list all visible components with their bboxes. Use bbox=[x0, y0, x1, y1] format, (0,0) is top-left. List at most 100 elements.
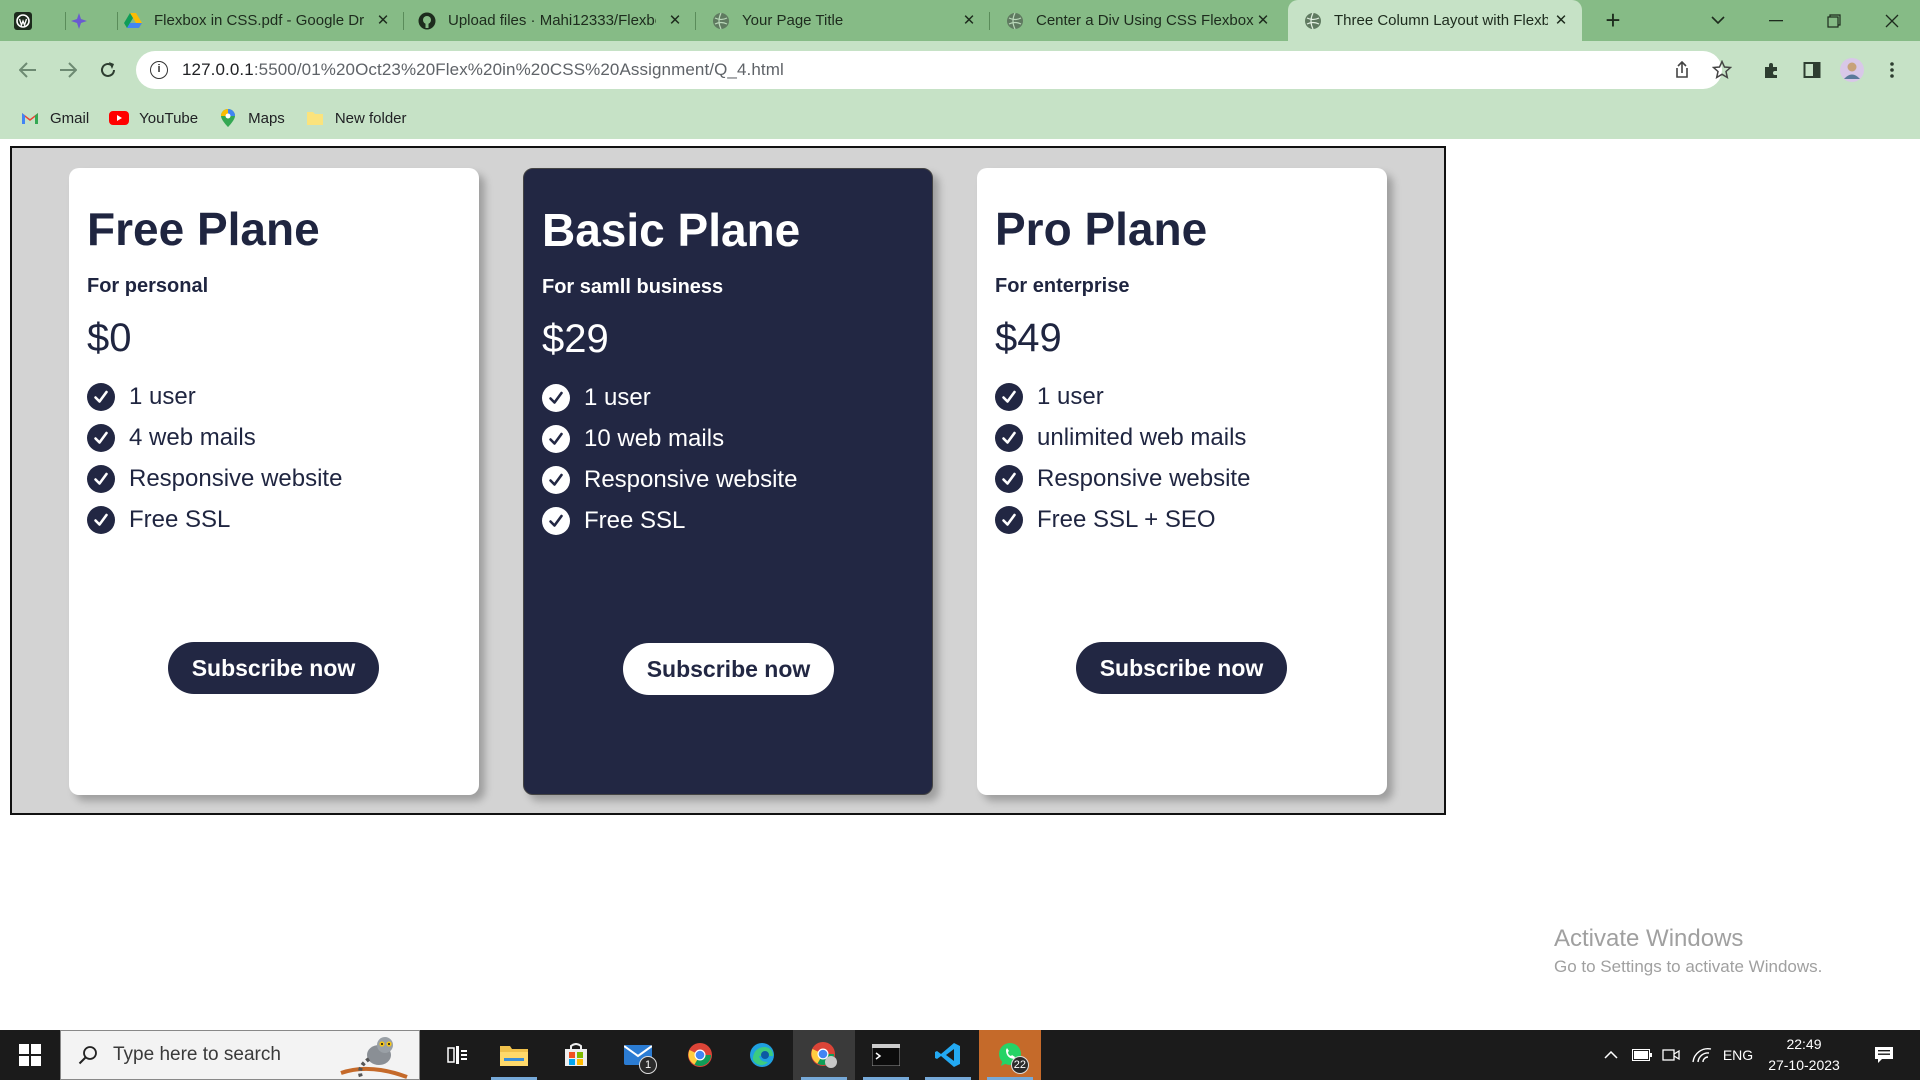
bookmark-new-folder[interactable]: New folder bbox=[305, 103, 407, 133]
check-circle-icon bbox=[87, 464, 115, 493]
check-circle-icon bbox=[995, 464, 1023, 493]
feature-item: unlimited web mails bbox=[995, 417, 1369, 458]
close-tab-icon[interactable]: ✕ bbox=[666, 12, 684, 30]
restore-button[interactable] bbox=[1806, 0, 1862, 41]
feature-item: Responsive website bbox=[87, 458, 461, 499]
feature-item: 1 user bbox=[542, 377, 914, 418]
edge-icon[interactable] bbox=[731, 1030, 793, 1080]
forward-button[interactable] bbox=[52, 54, 84, 86]
feature-item: 10 web mails bbox=[542, 418, 914, 459]
windows-taskbar: Type here to search 1 22 ENG 22:49 27-10… bbox=[0, 1030, 1920, 1080]
show-hidden-icons-chevron-icon[interactable] bbox=[1598, 1030, 1624, 1080]
maps-icon bbox=[218, 109, 238, 127]
input-language[interactable]: ENG bbox=[1718, 1030, 1758, 1080]
bookmark-maps[interactable]: Maps bbox=[218, 103, 285, 133]
bookmark-youtube[interactable]: YouTube bbox=[109, 103, 198, 133]
browser-toolbar: i 127.0.0.1:5500/01%20Oct23%20Flex%20in%… bbox=[0, 41, 1920, 139]
check-circle-icon bbox=[995, 382, 1023, 411]
subscribe-button[interactable]: Subscribe now bbox=[623, 643, 834, 695]
bookmark-label: New folder bbox=[334, 109, 407, 127]
tab-search-chevron-icon[interactable] bbox=[1690, 0, 1746, 41]
task-view-icon[interactable] bbox=[427, 1030, 489, 1080]
tab-center-a-div[interactable]: Center a Div Using CSS Flexbox ✕ bbox=[1006, 0, 1284, 41]
file-explorer-icon[interactable] bbox=[483, 1030, 545, 1080]
feature-text: 1 user bbox=[1037, 382, 1104, 410]
tab-github-upload[interactable]: Upload files · Mahi12333/Flexbo ✕ bbox=[418, 0, 696, 41]
feature-item: Free SSL bbox=[87, 499, 461, 540]
feature-item: Responsive website bbox=[542, 459, 914, 500]
terminal-icon[interactable] bbox=[855, 1030, 917, 1080]
side-panel-icon[interactable] bbox=[1796, 51, 1828, 89]
plan-name: Pro Plane bbox=[995, 203, 1208, 255]
profile-avatar[interactable] bbox=[1836, 51, 1868, 89]
extensions-puzzle-icon[interactable] bbox=[1756, 51, 1788, 89]
notifications-icon[interactable] bbox=[1864, 1030, 1904, 1080]
vscode-icon[interactable] bbox=[917, 1030, 979, 1080]
watermark-subtitle: Go to Settings to activate Windows. bbox=[1554, 957, 1823, 976]
tab-title: Center a Div Using CSS Flexbox bbox=[1036, 12, 1254, 29]
whatsapp-icon[interactable]: 22 bbox=[979, 1030, 1041, 1080]
address-bar[interactable]: i 127.0.0.1:5500/01%20Oct23%20Flex%20in%… bbox=[136, 51, 1722, 89]
feature-text: Responsive website bbox=[584, 465, 798, 493]
tab-pinned-sparkle[interactable] bbox=[70, 0, 118, 41]
close-tab-icon[interactable]: ✕ bbox=[1552, 12, 1570, 30]
tab-your-page-title[interactable]: Your Page Title ✕ bbox=[712, 0, 990, 41]
minimize-button[interactable] bbox=[1748, 0, 1804, 41]
close-tab-icon[interactable]: ✕ bbox=[960, 12, 978, 30]
feature-item: 1 user bbox=[87, 376, 461, 417]
start-button[interactable] bbox=[0, 1030, 60, 1080]
bookmark-label: Maps bbox=[248, 109, 285, 127]
check-circle-icon bbox=[87, 505, 115, 534]
feature-text: unlimited web mails bbox=[1037, 423, 1247, 451]
battery-icon[interactable] bbox=[1628, 1030, 1656, 1080]
bookmark-label: YouTube bbox=[139, 109, 199, 127]
subscribe-button[interactable]: Subscribe now bbox=[1076, 642, 1287, 694]
chrome-icon[interactable] bbox=[669, 1030, 731, 1080]
tab-google-drive[interactable]: Flexbox in CSS.pdf - Google Dri ✕ bbox=[124, 0, 404, 41]
tab-title: Your Page Title bbox=[742, 12, 844, 29]
sparkle-icon bbox=[70, 12, 88, 30]
taskbar-search-box[interactable]: Type here to search bbox=[60, 1030, 420, 1080]
feature-list: 1 user unlimited web mails Responsive we… bbox=[995, 376, 1369, 540]
url-text: 127.0.0.1:5500/01%20Oct23%20Flex%20in%20… bbox=[182, 60, 784, 80]
check-circle-icon bbox=[995, 505, 1023, 534]
folder-icon bbox=[305, 110, 325, 126]
site-info-icon[interactable]: i bbox=[150, 61, 168, 79]
plan-subtitle: For enterprise bbox=[995, 275, 1130, 297]
mail-badge: 1 bbox=[639, 1056, 657, 1074]
close-tab-icon[interactable]: ✕ bbox=[1254, 12, 1272, 30]
clock-time: 22:49 bbox=[1786, 1036, 1822, 1052]
feature-item: Free SSL bbox=[542, 500, 914, 541]
system-clock[interactable]: 22:49 27-10-2023 bbox=[1754, 1034, 1854, 1076]
tab-title: Upload files · Mahi12333/Flexbo bbox=[448, 12, 656, 29]
check-circle-icon bbox=[87, 423, 115, 452]
mail-icon[interactable]: 1 bbox=[607, 1030, 669, 1080]
wifi-icon[interactable] bbox=[1688, 1030, 1716, 1080]
new-tab-button[interactable]: + bbox=[1598, 6, 1628, 36]
bookmark-star-icon[interactable] bbox=[1706, 51, 1738, 89]
tab-three-column-layout[interactable]: Three Column Layout with Flexb ✕ bbox=[1288, 0, 1582, 41]
menu-kebab-icon[interactable] bbox=[1876, 51, 1908, 89]
meet-now-camera-icon[interactable] bbox=[1658, 1030, 1684, 1080]
check-circle-icon bbox=[87, 382, 115, 411]
share-icon[interactable] bbox=[1666, 51, 1698, 89]
windows-logo-icon bbox=[19, 1044, 41, 1066]
globe-icon bbox=[1304, 12, 1322, 30]
bookmark-gmail[interactable]: Gmail bbox=[20, 103, 89, 133]
check-circle-icon bbox=[542, 506, 570, 535]
close-tab-icon[interactable]: ✕ bbox=[374, 12, 392, 30]
gmail-icon bbox=[20, 110, 40, 126]
plan-price: $29 bbox=[542, 317, 609, 361]
subscribe-button[interactable]: Subscribe now bbox=[168, 642, 379, 694]
tab-pinned-wordpress[interactable] bbox=[14, 0, 66, 41]
chrome-active-icon[interactable] bbox=[793, 1030, 855, 1080]
close-window-button[interactable] bbox=[1864, 0, 1920, 41]
pricing-container: Free Plane For personal $0 1 user 4 web … bbox=[10, 146, 1446, 815]
reload-button[interactable] bbox=[92, 54, 124, 86]
back-button[interactable] bbox=[12, 54, 44, 86]
plan-price: $0 bbox=[87, 316, 132, 360]
browser-tab-bar: Flexbox in CSS.pdf - Google Dri ✕ Upload… bbox=[0, 0, 1920, 41]
youtube-icon bbox=[109, 110, 130, 126]
microsoft-store-icon[interactable] bbox=[545, 1030, 607, 1080]
pricing-card-free: Free Plane For personal $0 1 user 4 web … bbox=[69, 168, 479, 795]
